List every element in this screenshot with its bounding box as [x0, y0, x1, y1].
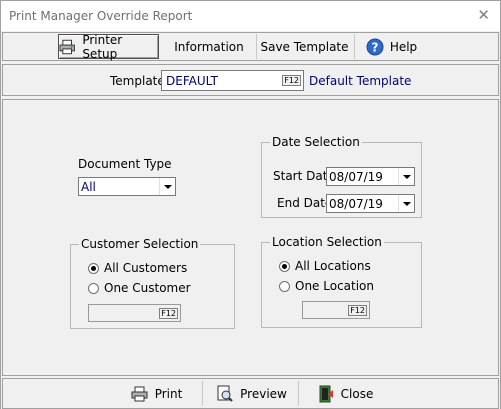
- location-selection-legend: Location Selection: [270, 235, 384, 249]
- close-label: Close: [340, 386, 374, 401]
- start-date-value: 08/07/19: [329, 169, 383, 184]
- template-label: Template: [110, 74, 165, 88]
- radio-checked-icon: [88, 262, 99, 274]
- information-button[interactable]: Information: [165, 34, 253, 59]
- main-panel: Document Type All Date Selection Start D…: [2, 99, 499, 376]
- exit-door-icon: [319, 385, 333, 402]
- customer-lookup-icon[interactable]: F12: [159, 307, 178, 319]
- radio-unchecked-icon: [279, 280, 290, 292]
- preview-icon: [217, 385, 233, 402]
- document-type-value: All: [81, 179, 96, 194]
- chevron-down-icon: [398, 195, 414, 212]
- preview-label: Preview: [240, 386, 287, 401]
- template-lookup-icon[interactable]: F12: [282, 75, 301, 86]
- all-locations-label: All Locations: [295, 259, 371, 273]
- all-customers-radio[interactable]: All Customers: [88, 261, 187, 275]
- printer-icon: [59, 39, 75, 54]
- one-customer-label: One Customer: [104, 281, 191, 295]
- preview-button[interactable]: Preview: [205, 381, 299, 406]
- template-description: Default Template: [309, 74, 412, 88]
- radio-unchecked-icon: [88, 282, 99, 294]
- chevron-down-icon: [159, 178, 175, 195]
- help-button[interactable]: ? Help: [354, 34, 428, 59]
- svg-text:?: ?: [371, 40, 378, 54]
- footer-bar: Print Preview Close: [2, 378, 499, 409]
- print-label: Print: [154, 386, 183, 401]
- title-bar: Print Manager Override Report ✕: [0, 0, 501, 31]
- customer-selection-group: Customer Selection All Customers One Cus…: [70, 237, 235, 329]
- location-lookup-icon[interactable]: F12: [348, 304, 367, 316]
- date-selection-legend: Date Selection: [270, 135, 362, 149]
- all-locations-radio[interactable]: All Locations: [279, 259, 371, 273]
- help-icon: ?: [366, 38, 384, 55]
- location-lookup-field[interactable]: F12: [302, 301, 370, 319]
- one-location-radio[interactable]: One Location: [279, 279, 374, 293]
- start-date-select[interactable]: 08/07/19: [326, 167, 415, 186]
- end-date-select[interactable]: 08/07/19: [326, 194, 415, 213]
- template-bar: Template DEFAULT F12 Default Template: [2, 64, 499, 96]
- date-selection-group: Date Selection Start Date 08/07/19 End D…: [261, 135, 422, 218]
- end-date-value: 08/07/19: [329, 196, 383, 211]
- close-window-icon[interactable]: ✕: [477, 6, 490, 24]
- help-label: Help: [389, 39, 418, 54]
- document-type-select[interactable]: All: [78, 177, 176, 196]
- save-template-label: Save Template: [260, 39, 349, 54]
- print-button[interactable]: Print: [111, 381, 203, 406]
- save-template-button[interactable]: Save Template: [256, 34, 352, 59]
- printer-setup-button[interactable]: Printer Setup: [58, 32, 159, 61]
- chevron-down-icon: [398, 168, 414, 185]
- close-button[interactable]: Close: [301, 381, 389, 406]
- information-label: Information: [174, 39, 244, 54]
- document-type-label: Document Type: [78, 157, 172, 171]
- customer-lookup-field[interactable]: F12: [88, 304, 181, 322]
- template-input[interactable]: DEFAULT F12: [161, 70, 304, 91]
- printer-setup-label: Printer Setup: [82, 32, 123, 61]
- template-value: DEFAULT: [166, 73, 218, 88]
- radio-checked-icon: [279, 260, 290, 272]
- customer-selection-legend: Customer Selection: [79, 237, 201, 251]
- end-date-label: End Date: [277, 196, 333, 210]
- toolbar: Printer Setup Information Save Template …: [2, 32, 499, 61]
- one-location-label: One Location: [295, 279, 375, 293]
- one-customer-radio[interactable]: One Customer: [88, 281, 191, 295]
- printer-icon: [131, 386, 148, 401]
- all-customers-label: All Customers: [104, 261, 188, 275]
- location-selection-group: Location Selection All Locations One Loc…: [261, 235, 422, 328]
- window-title: Print Manager Override Report: [9, 9, 193, 23]
